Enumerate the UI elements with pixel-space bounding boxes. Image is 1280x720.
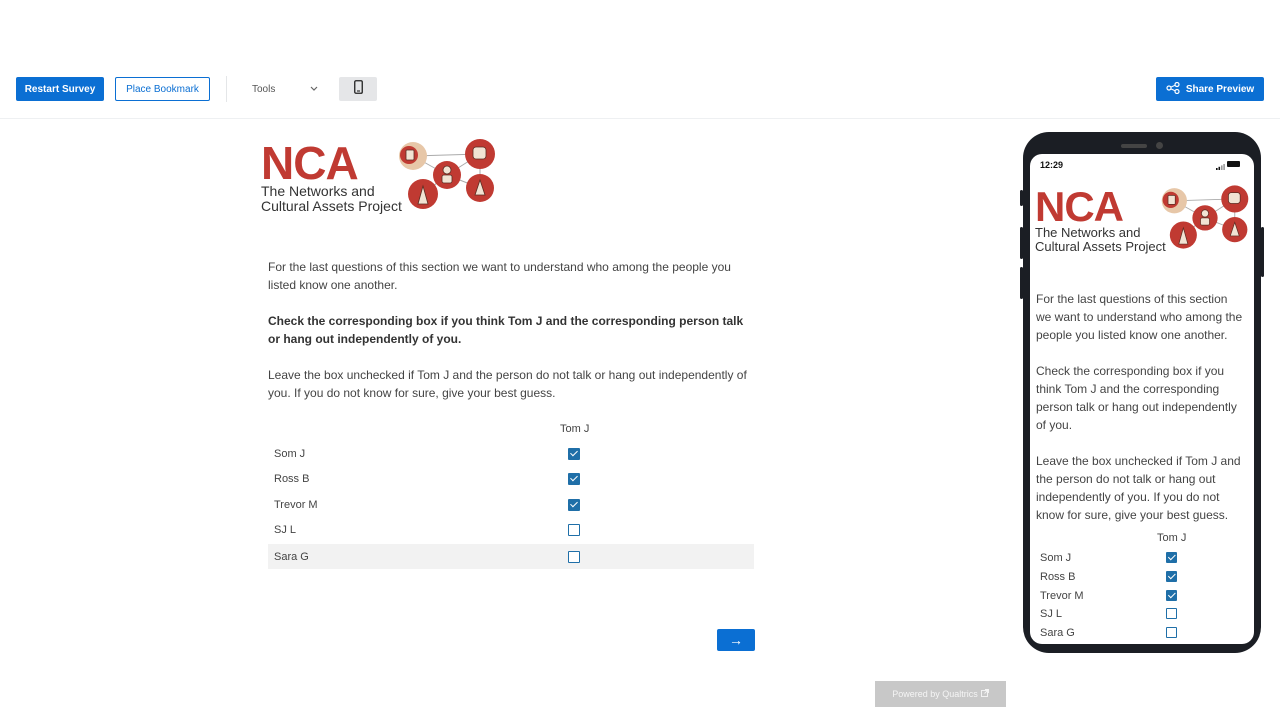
powered-by-qualtrics-link[interactable]: Powered by Qualtrics — [875, 681, 1006, 707]
matrix-row: Som J — [268, 441, 754, 466]
row-label: Som J — [274, 447, 306, 460]
nca-logo: NCA The Networks and Cultural Assets Pro… — [261, 138, 501, 218]
logo-acronym: NCA — [1035, 183, 1124, 230]
matrix-row: Ross B — [268, 466, 754, 491]
matrix-row: Trevor M — [1030, 588, 1254, 606]
question-intro: For the last questions of this section w… — [268, 260, 731, 292]
nca-logo-mobile: NCA The Networks and Cultural Assets Pro… — [1035, 184, 1249, 254]
row-label: Sara G — [1040, 627, 1075, 639]
question-text: For the last questions of this section w… — [268, 258, 754, 420]
logo-acronym: NCA — [261, 137, 359, 189]
checkbox-som-j[interactable] — [568, 447, 580, 460]
logo-tagline-line1: The Networks and — [261, 183, 375, 199]
logo-tagline-line1: The Networks and — [1035, 225, 1141, 240]
tools-dropdown[interactable]: Tools — [252, 77, 322, 101]
row-label: Som J — [1040, 552, 1072, 564]
share-preview-label: Share Preview — [1185, 83, 1255, 95]
status-bar: 12:29 — [1030, 154, 1254, 176]
share-icon — [1166, 81, 1180, 97]
mobile-screen: 12:29 NCA The Networks and Cultural Asse… — [1030, 154, 1254, 644]
matrix-row: Ross B — [1030, 569, 1254, 587]
matrix-row: Sara G — [1030, 625, 1254, 643]
external-link-icon — [980, 689, 989, 699]
checkbox-sara-g[interactable] — [568, 550, 580, 563]
row-label: Sara G — [274, 550, 309, 563]
matrix-row: SJ L — [268, 517, 754, 542]
row-label: Ross B — [1040, 571, 1076, 583]
matrix-row: Sara G — [268, 544, 754, 569]
logo-tagline-line2: Cultural Assets Project — [261, 197, 402, 214]
network-people-icon — [1161, 185, 1249, 249]
checkbox-sj-l[interactable] — [568, 523, 580, 536]
mobile-preview-toggle[interactable] — [339, 77, 377, 101]
toolbar-divider — [226, 76, 227, 102]
preview-toolbar: Restart Survey Place Bookmark Tools Shar… — [0, 0, 1280, 119]
checkbox-trevor-m[interactable] — [568, 498, 580, 511]
checkbox-ross-b[interactable] — [568, 472, 580, 485]
network-people-icon — [399, 139, 495, 209]
powered-by-label: Powered by Qualtrics — [892, 689, 978, 699]
mobile-preview-device: 12:29 NCA The Networks and Cultural Asse… — [1020, 132, 1264, 653]
column-header: Tom J — [560, 423, 590, 435]
checkbox-ross-b-mobile[interactable] — [1166, 571, 1177, 582]
question-instruction-mobile: Check the corresponding box if you think… — [1036, 364, 1237, 432]
checkbox-trevor-m-mobile[interactable] — [1166, 590, 1177, 601]
checkbox-som-j-mobile[interactable] — [1166, 552, 1177, 563]
question-intro-mobile: For the last questions of this section w… — [1036, 292, 1243, 342]
row-label: SJ L — [274, 523, 297, 536]
question-note: Leave the box unchecked if Tom J and the… — [268, 368, 747, 400]
phone-camera — [1156, 142, 1163, 149]
logo-tagline-line2: Cultural Assets Project — [1035, 238, 1166, 254]
matrix-row: SJ L — [1030, 606, 1254, 624]
next-button[interactable]: → — [717, 629, 755, 651]
question-instruction: Check the corresponding box if you think… — [268, 314, 744, 346]
question-note-mobile: Leave the box unchecked if Tom J and the… — [1036, 454, 1241, 522]
mobile-phone-icon — [353, 79, 363, 99]
place-bookmark-button[interactable]: Place Bookmark — [115, 77, 210, 101]
share-preview-button[interactable]: Share Preview — [1156, 77, 1264, 101]
matrix-row: Trevor M — [268, 492, 754, 517]
row-label: Ross B — [274, 472, 310, 485]
chevron-down-icon — [310, 84, 318, 95]
row-label: Trevor M — [1040, 590, 1084, 602]
row-label: SJ L — [1040, 608, 1063, 620]
checkbox-sara-g-mobile[interactable] — [1166, 627, 1177, 638]
checkbox-sj-l-mobile[interactable] — [1166, 608, 1177, 619]
tools-label: Tools — [252, 83, 276, 95]
column-header: Tom J — [1157, 532, 1187, 544]
phone-speaker — [1121, 144, 1147, 148]
signal-icon — [1216, 162, 1225, 172]
battery-icon — [1227, 161, 1240, 167]
matrix-row: Som J — [1030, 550, 1254, 568]
status-time: 12:29 — [1040, 160, 1064, 170]
row-label: Trevor M — [274, 498, 318, 511]
restart-survey-button[interactable]: Restart Survey — [16, 77, 104, 101]
